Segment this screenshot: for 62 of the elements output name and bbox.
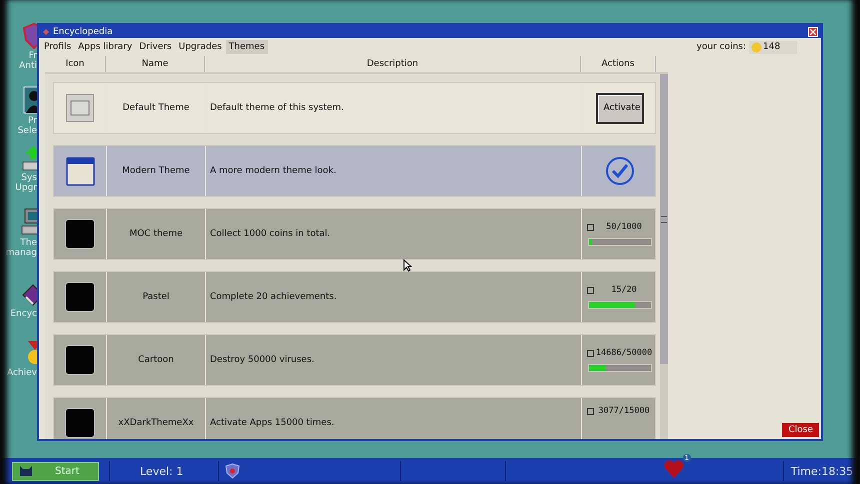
- locked-theme-icon: [65, 408, 95, 438]
- checkbox[interactable]: [586, 224, 594, 230]
- theme-description: Activate Apps 15000 times.: [206, 398, 582, 439]
- theme-row[interactable]: Pastel Complete 20 achievements. 15/20: [53, 271, 656, 323]
- theme-description: Default theme of this system.: [206, 83, 582, 133]
- window-icon: [66, 156, 94, 186]
- progress-count: 50/1000: [605, 222, 643, 232]
- menu-tab[interactable]: Themes: [226, 40, 268, 54]
- theme-description: A more modern theme look.: [206, 146, 582, 196]
- checkbox[interactable]: [586, 408, 594, 414]
- progress-count: 15/20: [610, 285, 638, 295]
- theme-name: MOC theme: [107, 209, 206, 259]
- window-title: Encyclopedia: [53, 26, 113, 38]
- theme-description: Destroy 50000 viruses.: [206, 335, 582, 385]
- icon-label: Sys Upgr: [15, 173, 37, 193]
- menu-tab[interactable]: Upgrades: [176, 40, 225, 54]
- column-header: Actions: [581, 56, 656, 72]
- checkbox[interactable]: [586, 286, 594, 294]
- close-icon[interactable]: [808, 26, 818, 36]
- locked-theme-icon: [65, 345, 95, 375]
- menu-tab[interactable]: Profils: [41, 40, 74, 54]
- coin-icon: [751, 42, 762, 52]
- shield-icon[interactable]: [225, 463, 240, 479]
- blank-theme-icon: [66, 94, 94, 122]
- theme-description: Complete 20 achievements.: [206, 272, 582, 322]
- icon-label: Fr Anti: [19, 51, 37, 71]
- theme-name: Modern Theme: [107, 146, 206, 196]
- cursor-icon: [403, 259, 412, 272]
- activate-button[interactable]: Activate: [596, 92, 644, 124]
- theme-name: Pastel: [107, 272, 206, 322]
- locked-theme-icon: [65, 282, 95, 312]
- theme-row[interactable]: Cartoon Destroy 50000 viruses. 14686/50000: [53, 334, 656, 386]
- progress-count: 14686/50000: [596, 348, 652, 358]
- level-label: Level: 1: [139, 464, 184, 478]
- icon-label: Encyc: [10, 309, 37, 319]
- cat-icon: [19, 465, 33, 477]
- app-icon: [42, 28, 50, 36]
- locked-theme-icon: [65, 219, 95, 249]
- icon-label: Pr Sele: [18, 116, 37, 136]
- column-header: Icon: [45, 56, 106, 72]
- theme-description: Collect 1000 coins in total.: [206, 209, 582, 259]
- checkbox[interactable]: [586, 350, 594, 356]
- theme-name: Cartoon: [107, 335, 206, 385]
- theme-name: Default Theme: [107, 83, 206, 133]
- coins-value: 148: [763, 42, 780, 52]
- theme-row[interactable]: Modern Theme A more modern theme look.: [53, 145, 656, 197]
- theme-row[interactable]: Default Theme Default theme of this system. Activate: [53, 82, 656, 134]
- check-circle-icon: [604, 156, 634, 186]
- column-header: Name: [106, 56, 205, 72]
- menu-tab[interactable]: Apps library: [75, 40, 136, 54]
- icon-label: The manag: [6, 238, 37, 258]
- coins-label: your coins:: [696, 42, 746, 52]
- icon-label: Achiev: [6, 368, 37, 378]
- column-header: Description: [205, 56, 581, 72]
- theme-name: xXDarkThemeXx: [107, 398, 206, 439]
- menu-tab[interactable]: Drivers: [136, 40, 175, 54]
- close-button[interactable]: Close: [782, 423, 819, 437]
- clock: Time:18:35: [790, 464, 854, 478]
- theme-row[interactable]: MOC theme Collect 1000 coins in total. 50/1000: [53, 208, 656, 260]
- theme-row[interactable]: xXDarkThemeXx Activate Apps 15000 times. 3077/15000: [53, 397, 656, 439]
- progress-count: 3077/15000: [597, 406, 651, 416]
- scrollbar[interactable]: [660, 74, 668, 439]
